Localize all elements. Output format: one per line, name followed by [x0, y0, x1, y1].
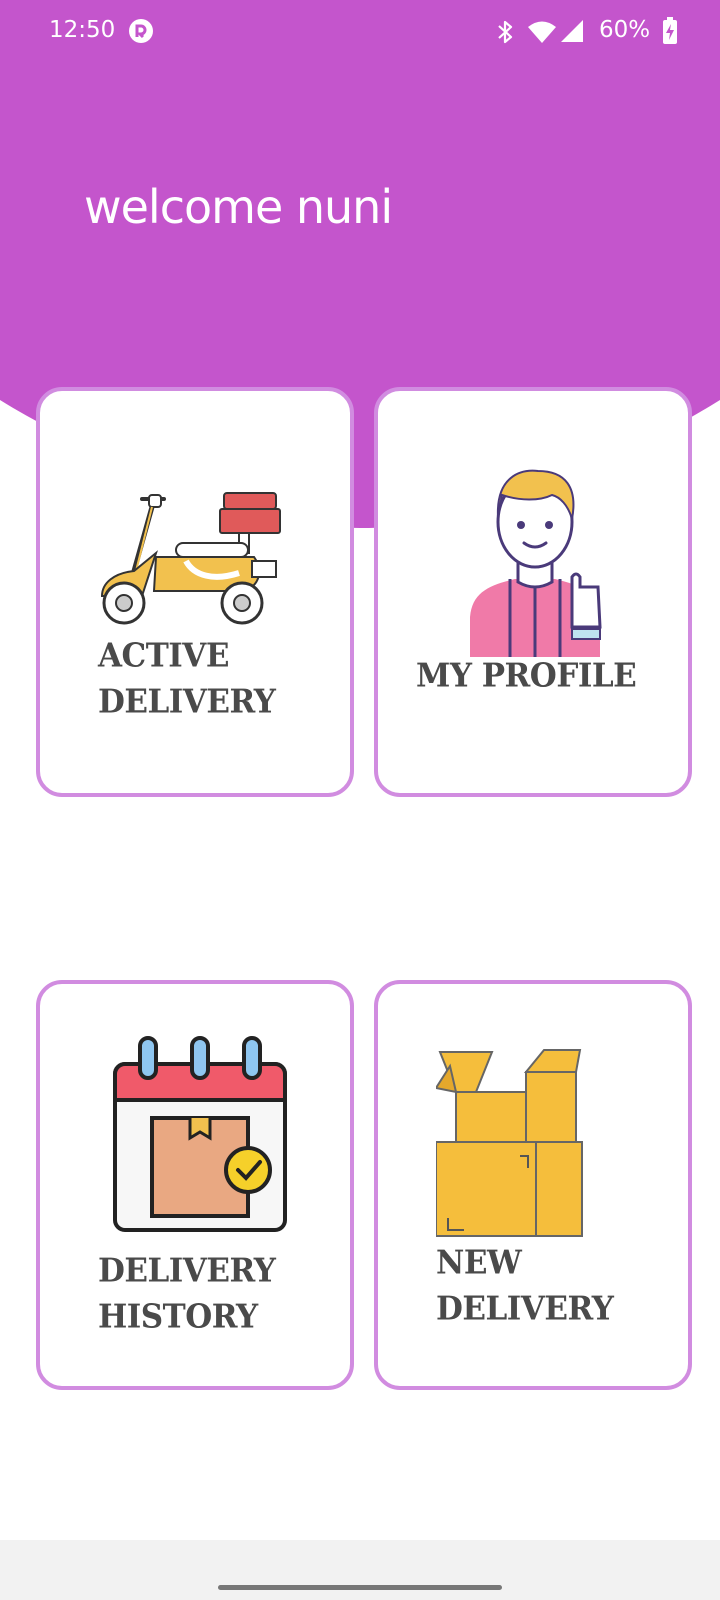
card-label-line1: ACTIVE — [98, 637, 229, 675]
status-time: 12:50 — [49, 17, 116, 43]
card-label-line1: MY PROFILE — [416, 657, 637, 695]
card-label-line1: DELIVERY — [98, 1252, 276, 1290]
cell-signal-icon — [561, 20, 583, 42]
profile-person-icon — [470, 469, 602, 657]
delivery-history-card[interactable]: DELIVERY HISTORY — [36, 980, 354, 1390]
battery-charging-icon — [663, 17, 677, 44]
active-delivery-card[interactable]: ACTIVE DELIVERY — [36, 387, 354, 797]
boxes-icon — [436, 1049, 583, 1237]
card-label-line2: HISTORY — [98, 1298, 258, 1336]
calendar-package-icon — [113, 1036, 287, 1232]
new-delivery-card[interactable]: NEW DELIVERY — [374, 980, 692, 1390]
scooter-icon — [100, 492, 281, 625]
battery-percent: 60% — [599, 17, 651, 43]
card-label-line1: NEW — [436, 1244, 522, 1282]
status-bar: 12:50 60% — [0, 0, 720, 64]
app-notification-icon — [129, 19, 153, 43]
card-label-line2: DELIVERY — [98, 683, 276, 721]
my-profile-card[interactable]: MY PROFILE — [374, 387, 692, 797]
gesture-handle[interactable] — [218, 1585, 502, 1590]
bluetooth-icon — [498, 20, 513, 44]
card-label-line2: DELIVERY — [436, 1290, 614, 1328]
navigation-bar — [0, 1540, 720, 1600]
wifi-icon — [528, 21, 556, 43]
welcome-title: welcome nuni — [84, 180, 393, 234]
